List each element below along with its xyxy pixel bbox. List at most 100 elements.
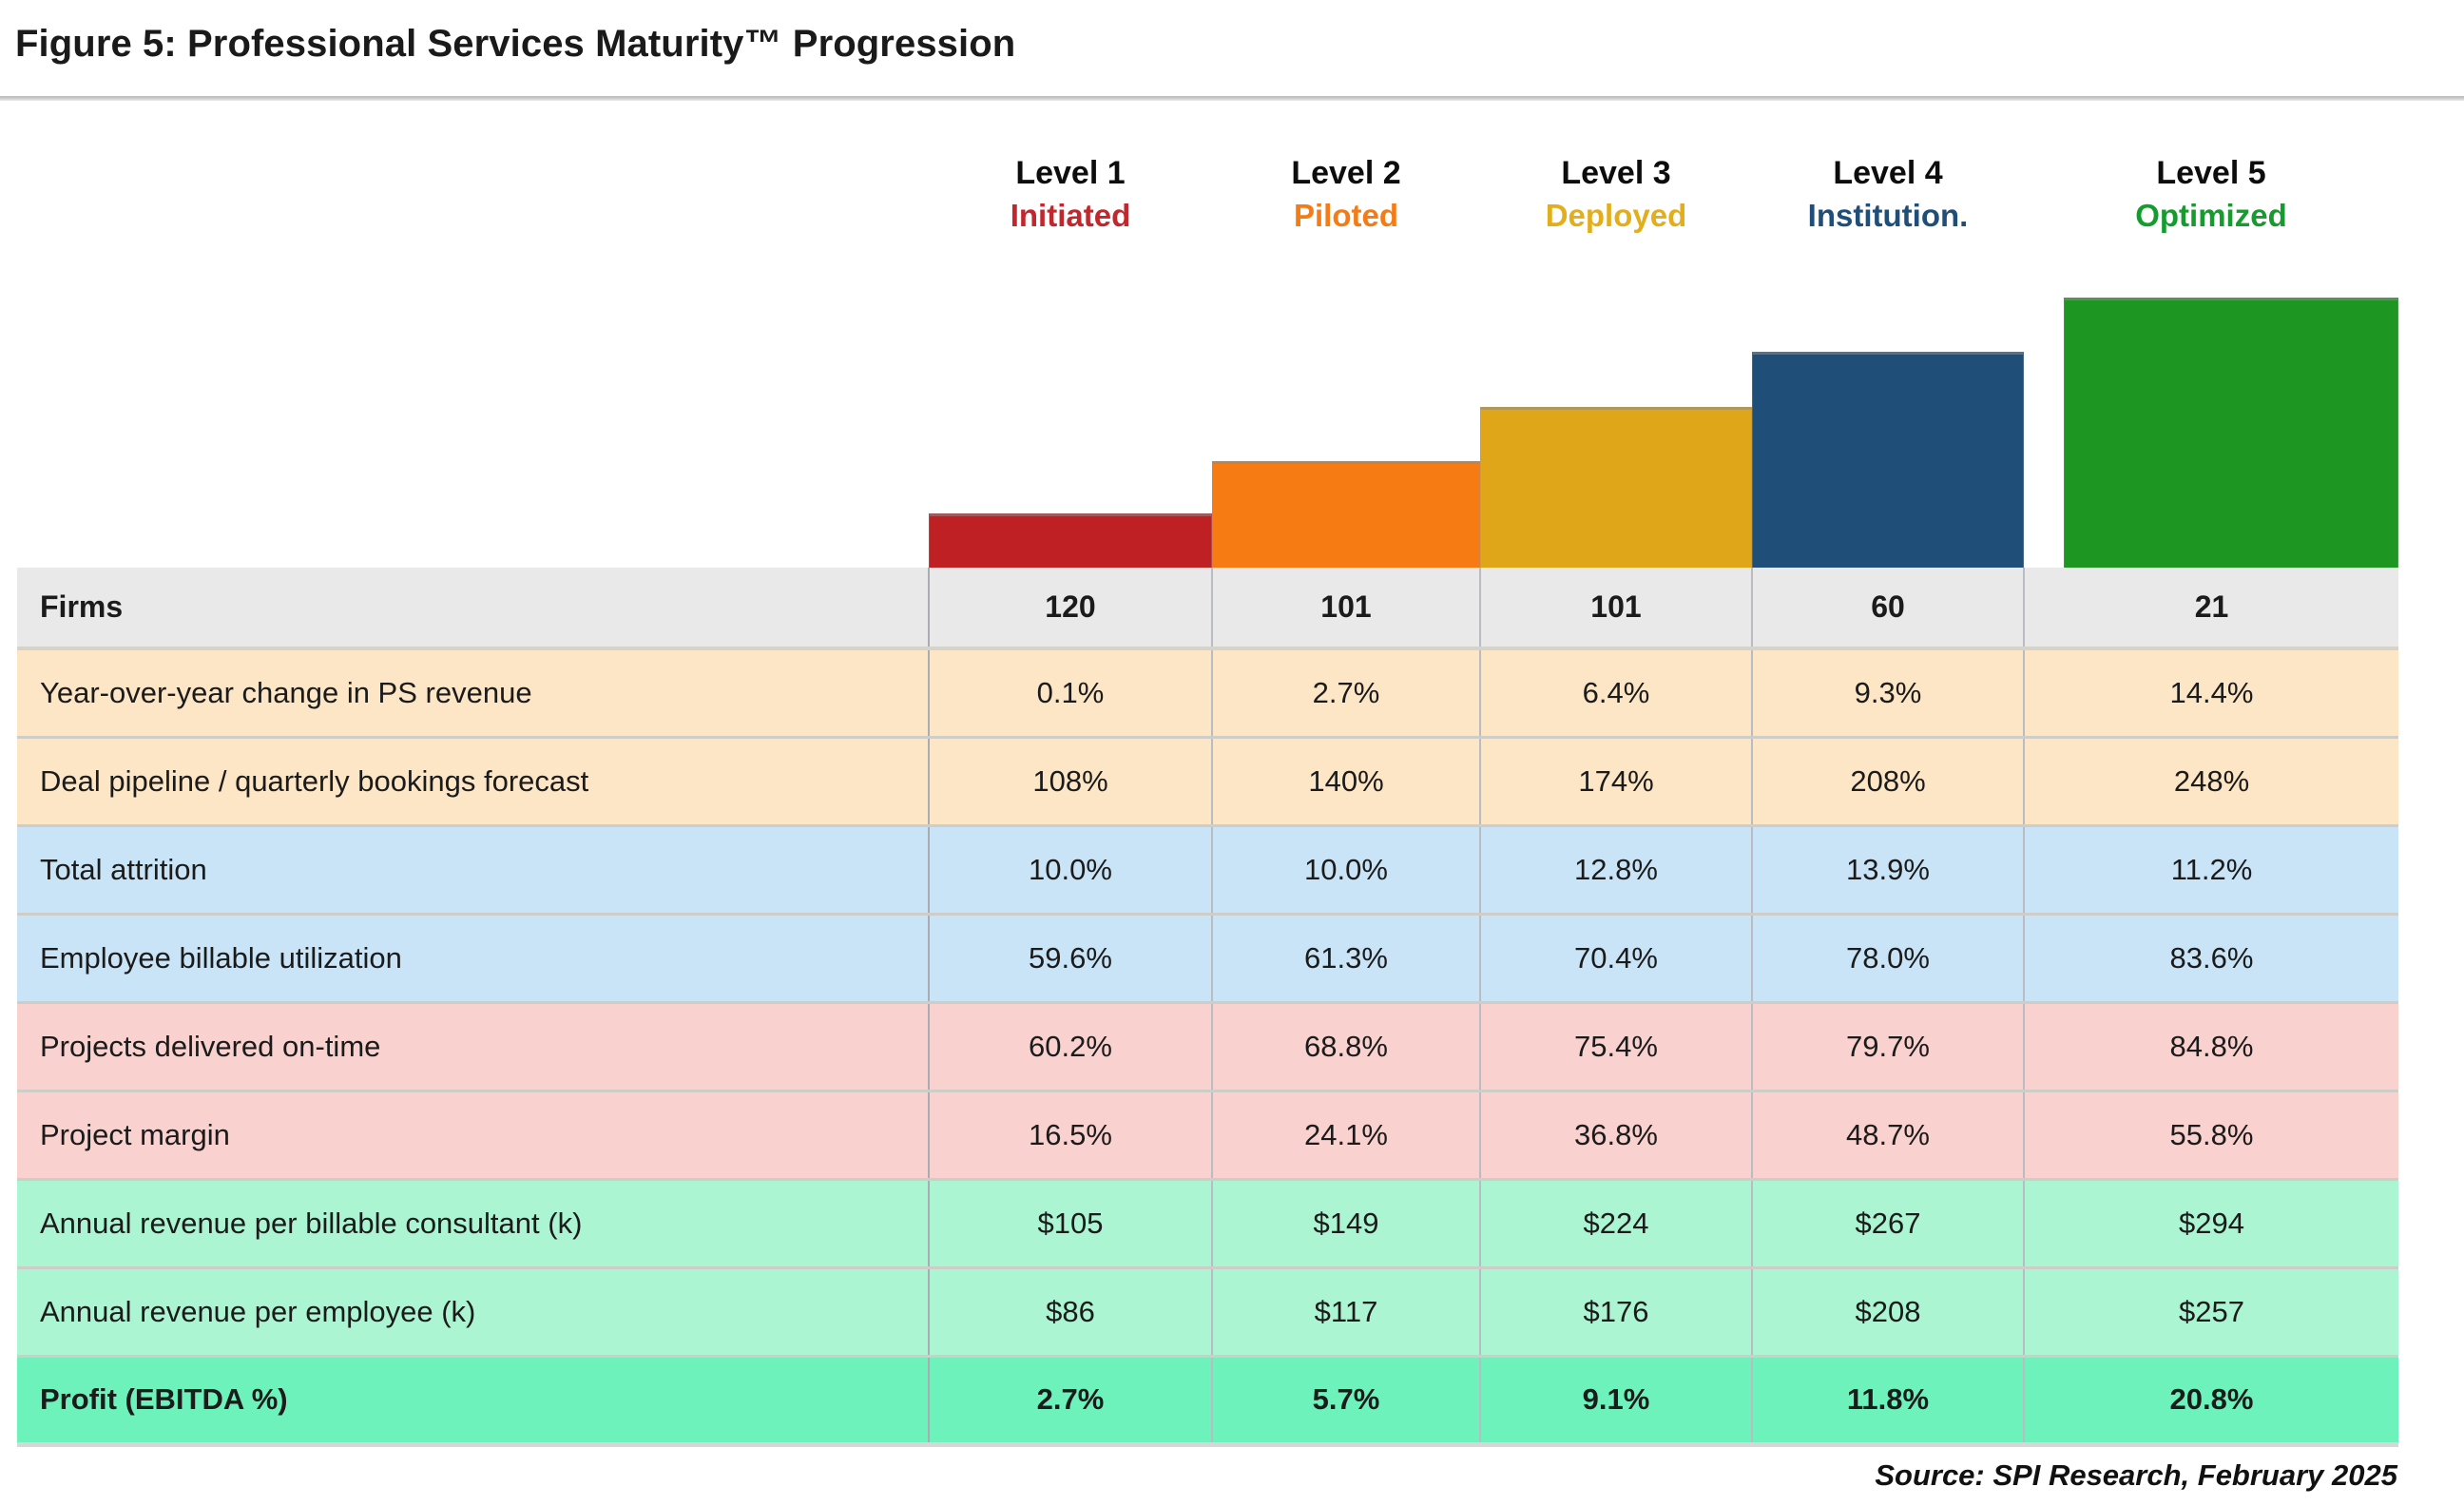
column-level-label: Level 1	[1015, 155, 1126, 191]
row-label: Year-over-year change in PS revenue	[17, 648, 929, 739]
cell-level-2: 68.8%	[1211, 1002, 1480, 1092]
table-row: Project margin 16.5% 24.1% 36.8% 48.7% 55.8%	[17, 1091, 2398, 1181]
cell-level-1: 120	[928, 568, 1212, 650]
figure-container: Figure 5: Professional Services Maturity…	[0, 0, 2464, 1506]
bar-level-1	[929, 513, 1212, 570]
cell-level-2: 5.7%	[1211, 1356, 1480, 1447]
cell-level-3: 6.4%	[1479, 648, 1752, 739]
cell-level-4: 48.7%	[1751, 1091, 2024, 1181]
cell-level-2: $117	[1211, 1267, 1480, 1358]
column-header-level-5: Level 5 Optimized	[2024, 152, 2398, 238]
row-label: Profit (EBITDA %)	[17, 1356, 929, 1447]
cell-level-4: 78.0%	[1751, 914, 2024, 1004]
row-label: Annual revenue per billable consultant (…	[17, 1179, 929, 1269]
row-label: Annual revenue per employee (k)	[17, 1267, 929, 1358]
chart-column-level-5: Level 5 Optimized	[2024, 152, 2398, 570]
chart-column-level-1: Level 1 Initiated	[929, 152, 1212, 570]
cell-level-4: $208	[1751, 1267, 2024, 1358]
cell-level-5: 20.8%	[2023, 1356, 2398, 1447]
cell-level-2: 10.0%	[1211, 825, 1480, 916]
cell-level-3: $224	[1479, 1179, 1752, 1269]
cell-level-4: 9.3%	[1751, 648, 2024, 739]
table-row: Annual revenue per employee (k) $86 $117 $1…	[17, 1267, 2398, 1358]
cell-level-5: 83.6%	[2023, 914, 2398, 1004]
row-label: Deal pipeline / quarterly bookings forec…	[17, 737, 929, 827]
bar-level-4	[1752, 352, 2024, 570]
column-level-label: Level 3	[1561, 155, 1671, 191]
table-row: Annual revenue per billable consultant (…	[17, 1179, 2398, 1269]
cell-level-3: 75.4%	[1479, 1002, 1752, 1092]
column-stage-label: Institution.	[1807, 198, 1969, 233]
table-row: Total attrition 10.0% 10.0% 12.8% 13.9% 11.2%	[17, 825, 2398, 916]
column-header-level-2: Level 2 Piloted	[1212, 152, 1480, 238]
cell-level-5: 21	[2023, 568, 2398, 650]
cell-level-3: 101	[1479, 568, 1752, 650]
cell-level-5: $294	[2023, 1179, 2398, 1269]
table-header-row: Firms 120 101 101 60 21	[17, 568, 2398, 650]
row-label: Total attrition	[17, 825, 929, 916]
cell-level-5: 248%	[2023, 737, 2398, 827]
column-level-label: Level 5	[2156, 155, 2266, 191]
row-label: Employee billable utilization	[17, 914, 929, 1004]
cell-level-3: $176	[1479, 1267, 1752, 1358]
bar-level-3	[1480, 407, 1752, 570]
cell-level-2: 140%	[1211, 737, 1480, 827]
cell-level-4: 13.9%	[1751, 825, 2024, 916]
cell-level-3: 12.8%	[1479, 825, 1752, 916]
chart-column-level-3: Level 3 Deployed	[1480, 152, 1752, 570]
table-row: Employee billable utilization 59.6% 61.3% 7…	[17, 914, 2398, 1004]
cell-level-2: 24.1%	[1211, 1091, 1480, 1181]
cell-level-5: $257	[2023, 1267, 2398, 1358]
cell-level-1: 60.2%	[928, 1002, 1212, 1092]
cell-level-5: 55.8%	[2023, 1091, 2398, 1181]
cell-level-3: 70.4%	[1479, 914, 1752, 1004]
cell-level-4: 60	[1751, 568, 2024, 650]
cell-level-1: 2.7%	[928, 1356, 1212, 1447]
chart-column-level-4: Level 4 Institution.	[1752, 152, 2024, 570]
cell-level-4: 11.8%	[1751, 1356, 2024, 1447]
table-row: Year-over-year change in PS revenue 0.1% 2…	[17, 648, 2398, 739]
table-row: Projects delivered on-time 60.2% 68.8% 75.4…	[17, 1002, 2398, 1092]
cell-level-1: 0.1%	[928, 648, 1212, 739]
column-stage-label: Optimized	[2135, 198, 2287, 233]
cell-level-2: 2.7%	[1211, 648, 1480, 739]
row-label: Projects delivered on-time	[17, 1002, 929, 1092]
table-header-label: Firms	[17, 568, 929, 650]
column-header-level-4: Level 4 Institution.	[1752, 152, 2024, 238]
cell-level-3: 36.8%	[1479, 1091, 1752, 1181]
cell-level-2: $149	[1211, 1179, 1480, 1269]
bar-level-2	[1212, 461, 1480, 570]
title-divider	[0, 96, 2464, 101]
cell-level-4: 208%	[1751, 737, 2024, 827]
column-level-label: Level 2	[1291, 155, 1401, 191]
source-note: Source: SPI Research, February 2025	[1875, 1458, 2397, 1492]
cell-level-5: 84.8%	[2023, 1002, 2398, 1092]
cell-level-1: 59.6%	[928, 914, 1212, 1004]
cell-level-1: $86	[928, 1267, 1212, 1358]
column-stage-label: Initiated	[1010, 198, 1131, 233]
row-label: Project margin	[17, 1091, 929, 1181]
cell-level-1: 108%	[928, 737, 1212, 827]
cell-level-1: 16.5%	[928, 1091, 1212, 1181]
column-stage-label: Piloted	[1293, 198, 1398, 233]
cell-level-1: $105	[928, 1179, 1212, 1269]
table-row: Profit (EBITDA %) 2.7% 5.7% 9.1% 11.8% 20.8%	[17, 1356, 2398, 1447]
table-row: Deal pipeline / quarterly bookings forec…	[17, 737, 2398, 827]
maturity-bar-chart: Level 1 Initiated Level 2 Piloted Level 3 Dep…	[929, 152, 2398, 570]
bar-level-5	[2064, 298, 2398, 570]
cell-level-3: 9.1%	[1479, 1356, 1752, 1447]
cell-level-4: 79.7%	[1751, 1002, 2024, 1092]
column-header-level-1: Level 1 Initiated	[929, 152, 1212, 238]
cell-level-2: 61.3%	[1211, 914, 1480, 1004]
cell-level-1: 10.0%	[928, 825, 1212, 916]
cell-level-3: 174%	[1479, 737, 1752, 827]
cell-level-2: 101	[1211, 568, 1480, 650]
column-stage-label: Deployed	[1545, 198, 1687, 233]
cell-level-5: 14.4%	[2023, 648, 2398, 739]
page-title: Figure 5: Professional Services Maturity…	[15, 23, 1016, 65]
column-level-label: Level 4	[1833, 155, 1943, 191]
cell-level-4: $267	[1751, 1179, 2024, 1269]
maturity-metrics-table: Firms 120 101 101 60 21 Year-over-year change …	[17, 568, 2398, 1447]
column-header-level-3: Level 3 Deployed	[1480, 152, 1752, 238]
cell-level-5: 11.2%	[2023, 825, 2398, 916]
